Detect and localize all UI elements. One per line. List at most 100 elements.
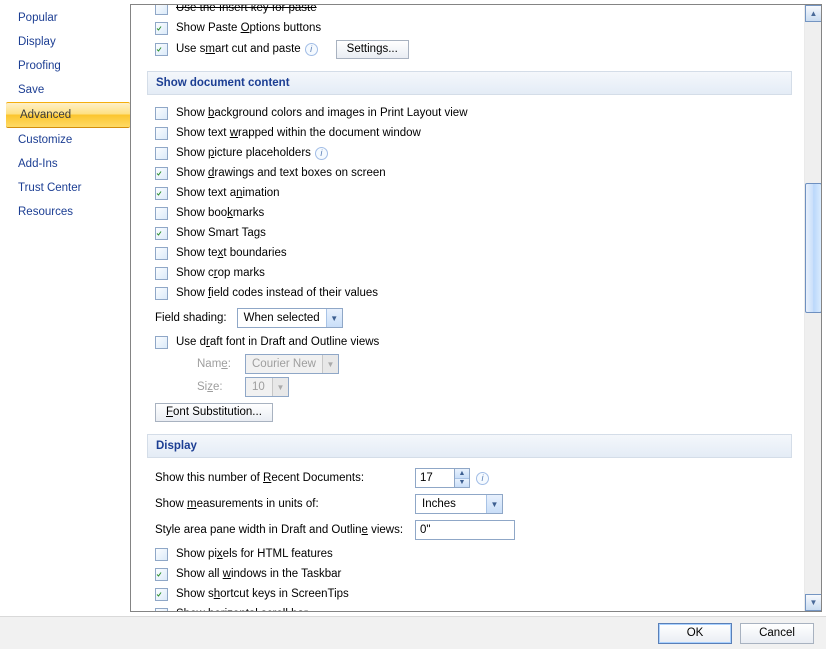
style-area-label: Style area pane width in Draft and Outli…	[155, 524, 415, 536]
option-label: Show picture placeholders	[176, 145, 311, 162]
sidebar-item-label: Customize	[18, 134, 72, 146]
checkbox-pixels-html[interactable]	[155, 548, 168, 561]
checkbox-text-animation[interactable]	[155, 187, 168, 200]
select-draft-font-size: 10 ▼	[245, 377, 289, 397]
button-label: OK	[687, 627, 704, 639]
option-label: Show Paste Options buttons	[176, 20, 321, 37]
checkbox-all-windows-taskbar[interactable]	[155, 568, 168, 581]
checkbox-drawings[interactable]	[155, 167, 168, 180]
option-label: Show background colors and images in Pri…	[176, 105, 468, 122]
checkbox-shortcut-keys[interactable]	[155, 588, 168, 601]
chevron-up-icon: ▲	[455, 469, 469, 479]
sidebar-item-proofing[interactable]: Proofing	[4, 54, 130, 78]
option-label: Show text animation	[176, 185, 280, 202]
checkbox-text-boundaries[interactable]	[155, 247, 168, 260]
option-label: Show text boundaries	[176, 245, 287, 262]
select-value: When selected	[238, 310, 326, 327]
sidebar-item-label: Resources	[18, 206, 73, 218]
vertical-scrollbar[interactable]: ▲ ▼	[804, 5, 821, 611]
chevron-down-icon: ▼	[322, 355, 338, 373]
sidebar-item-trust-center[interactable]: Trust Center	[4, 176, 130, 200]
checkbox-paste-options[interactable]	[155, 22, 168, 35]
sidebar-item-save[interactable]: Save	[4, 78, 130, 102]
info-icon[interactable]: i	[476, 472, 489, 485]
sidebar-item-advanced[interactable]: Advanced	[6, 102, 130, 128]
checkbox-bookmarks[interactable]	[155, 207, 168, 220]
checkbox-smart-cut-paste[interactable]	[155, 43, 168, 56]
sidebar-item-label: Popular	[18, 12, 58, 24]
option-label: Show drawings and text boxes on screen	[176, 165, 386, 182]
option-label: Show crop marks	[176, 265, 265, 282]
ok-button[interactable]: OK	[658, 623, 732, 644]
sidebar-item-customize[interactable]: Customize	[4, 128, 130, 152]
select-measurement-units[interactable]: Inches ▼	[415, 494, 503, 514]
select-draft-font-name: Courier New ▼	[245, 354, 339, 374]
scroll-up-button[interactable]: ▲	[805, 5, 822, 22]
chevron-down-icon: ▼	[272, 378, 288, 396]
option-label: Show all windows in the Taskbar	[176, 566, 341, 583]
info-icon[interactable]: i	[315, 147, 328, 160]
measurements-label: Show measurements in units of:	[155, 498, 415, 510]
option-label: Show pixels for HTML features	[176, 546, 333, 563]
option-label: Use draft font in Draft and Outline view…	[176, 334, 379, 351]
sidebar-item-label: Advanced	[20, 109, 71, 121]
checkbox-text-wrapped[interactable]	[155, 127, 168, 140]
select-field-shading[interactable]: When selected ▼	[237, 308, 343, 328]
option-label: Show Smart Tags	[176, 225, 266, 242]
scroll-down-button[interactable]: ▼	[805, 594, 822, 611]
checkbox-horizontal-scrollbar[interactable]	[155, 608, 168, 612]
checkbox-smart-tags[interactable]	[155, 227, 168, 240]
option-label: Use the Insert key for paste	[176, 4, 317, 17]
sidebar-item-resources[interactable]: Resources	[4, 200, 130, 224]
option-label: Show horizontal scroll bar	[176, 606, 308, 612]
option-label: Show bookmarks	[176, 205, 264, 222]
spinner-recent-docs[interactable]: ▲▼	[415, 468, 470, 488]
info-icon[interactable]: i	[305, 43, 318, 56]
content-pane: Use the Insert key for paste Show Paste …	[130, 4, 822, 612]
option-label: Show shortcut keys in ScreenTips	[176, 586, 349, 603]
chevron-down-icon: ▼	[455, 479, 469, 488]
select-value: 10	[246, 379, 272, 396]
recent-docs-label: Show this number of Recent Documents:	[155, 472, 415, 484]
section-display: Display	[147, 434, 792, 458]
font-substitution-button[interactable]: Font Substitution...	[155, 403, 273, 422]
dialog-footer: OK Cancel	[0, 616, 826, 649]
sidebar-item-popular[interactable]: Popular	[4, 6, 130, 30]
settings-button[interactable]: Settings...	[336, 40, 409, 59]
draft-name-label: Name:	[197, 356, 245, 373]
sidebar-item-addins[interactable]: Add-Ins	[4, 152, 130, 176]
button-label: Settings...	[347, 43, 398, 55]
options-window: Popular Display Proofing Save Advanced C…	[0, 0, 826, 649]
content-scroll-area: Use the Insert key for paste Show Paste …	[131, 5, 804, 611]
checkbox-bg-colors[interactable]	[155, 107, 168, 120]
checkbox-insert-key-paste[interactable]	[155, 4, 168, 15]
sidebar-item-display[interactable]: Display	[4, 30, 130, 54]
select-value: Courier New	[246, 356, 322, 373]
checkbox-crop-marks[interactable]	[155, 267, 168, 280]
sidebar-item-label: Save	[18, 84, 44, 96]
sidebar-item-label: Proofing	[18, 60, 61, 72]
sidebar-item-label: Trust Center	[18, 182, 81, 194]
sidebar-item-label: Display	[18, 36, 56, 48]
cancel-button[interactable]: Cancel	[740, 623, 814, 644]
draft-size-label: Size:	[197, 379, 245, 396]
options-sidebar: Popular Display Proofing Save Advanced C…	[4, 4, 130, 612]
button-label: Cancel	[759, 627, 795, 639]
main-area: Popular Display Proofing Save Advanced C…	[0, 0, 826, 616]
button-label: Font Substitution...	[166, 406, 262, 418]
field-shading-label: Field shading:	[155, 310, 227, 327]
chevron-down-icon: ▼	[326, 309, 342, 327]
option-label: Show field codes instead of their values	[176, 285, 378, 302]
style-area-input[interactable]	[415, 520, 515, 540]
sidebar-item-label: Add-Ins	[18, 158, 58, 170]
option-label: Show text wrapped within the document wi…	[176, 125, 421, 142]
option-label: Use smart cut and paste	[176, 41, 301, 58]
checkbox-field-codes[interactable]	[155, 287, 168, 300]
chevron-down-icon: ▼	[486, 495, 502, 513]
section-document-content: Show document content	[147, 71, 792, 95]
spinner-buttons[interactable]: ▲▼	[455, 468, 470, 488]
spinner-input[interactable]	[415, 468, 455, 488]
scroll-thumb[interactable]	[805, 183, 822, 313]
checkbox-picture-placeholders[interactable]	[155, 147, 168, 160]
checkbox-draft-font[interactable]	[155, 336, 168, 349]
